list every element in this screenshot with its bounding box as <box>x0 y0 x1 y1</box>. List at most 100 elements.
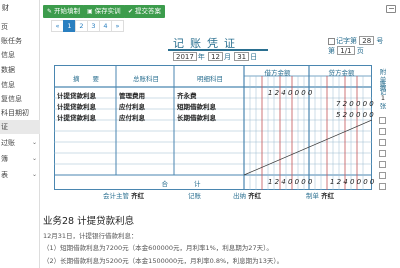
reviewer-value[interactable]: 齐红 <box>248 192 261 200</box>
sidebar-item-ledger[interactable]: 簿 ⌄ <box>0 152 40 166</box>
row2-credit[interactable]: 720000 <box>336 100 376 108</box>
title-underline <box>168 49 268 51</box>
header-summary: 摘 要 <box>73 75 99 83</box>
number-unit: 号 <box>376 37 384 45</box>
save-button[interactable]: ▣ 保存实训 <box>83 5 125 18</box>
sidebar-item-label: 信息 <box>1 81 15 89</box>
cashier-label: 出纳 <box>233 192 246 200</box>
side-mark-ji: 记 <box>379 88 387 96</box>
row3-account[interactable]: 应付利息 <box>119 112 145 122</box>
task-line-3: （2）长期借款利息为5200元（本金1500000元，月利率0.8%，利息期为1… <box>43 257 284 265</box>
month-unit: 月 <box>223 53 231 61</box>
voucher-page-field[interactable]: 1/1 <box>337 46 355 55</box>
sidebar-item-info[interactable]: 信息 <box>0 48 40 62</box>
accountant-value[interactable]: 齐红 <box>131 192 144 200</box>
voucher-grid: 摘 要 总账科目 明细科目 借方金额 贷方金额 计提贷款利息 管理费用 齐永费 … <box>53 64 374 190</box>
row1-account[interactable]: 管理费用 <box>119 90 145 100</box>
side-mark-zhang: 账 <box>379 80 387 88</box>
header-account: 总账科目 <box>133 75 159 83</box>
row1-debit[interactable]: 1240000 <box>268 89 315 97</box>
sidebar-item-data[interactable]: 数据 <box>0 63 40 77</box>
sidebar-item-label: 账任务 <box>1 37 22 45</box>
total-credit: 1240000 <box>330 178 377 186</box>
chevron-down-icon: ⌄ <box>31 155 37 162</box>
month-field[interactable]: 12 <box>208 52 223 61</box>
submit-label: 提交答案 <box>135 7 162 15</box>
day-field[interactable]: 31 <box>234 52 250 61</box>
bookkeeper-label: 记账 <box>188 192 201 200</box>
sidebar-item-label: 表 <box>1 171 8 179</box>
sidebar-item-label: 页 <box>1 23 8 31</box>
submit-button[interactable]: ✔ 提交答案 <box>124 5 166 18</box>
sidebar-item-report[interactable]: 表 ⌄ <box>0 168 40 182</box>
chevron-down-icon: ⌄ <box>31 139 37 146</box>
task-line-2: （1）短期借款利息为7200元（本金600000元，月利率1%，利息期为27天）… <box>43 244 273 252</box>
row2-detail[interactable]: 短期借款利息 <box>177 101 216 111</box>
row1-detail[interactable]: 齐永费 <box>177 90 197 100</box>
day-unit: 日 <box>250 53 258 61</box>
preparer-value[interactable]: 齐红 <box>321 192 334 200</box>
task-title: 业务28 计提贷款利息 <box>43 216 135 227</box>
sidebar: 财 页 账任务 信息 数据 信息 复信息 科目期初 证 过账 ⌄ 簿 ⌄ 表 ⌄ <box>0 0 40 268</box>
chevron-down-icon: ⌄ <box>31 171 37 178</box>
year-field[interactable]: 2017 <box>173 52 197 61</box>
sidebar-item-home[interactable]: 页 <box>0 20 40 34</box>
voucher-number: 记字第 28 号 第 1/1 页 <box>328 36 383 56</box>
row-checkbox[interactable] <box>379 117 386 124</box>
sidebar-item-voucher[interactable]: 证 <box>0 120 40 134</box>
collapse-icon[interactable] <box>386 5 396 13</box>
sidebar-item-label: 簿 <box>1 155 8 163</box>
header-detail: 明细科目 <box>197 75 223 83</box>
sidebar-item-label: 科目期初 <box>1 109 29 117</box>
row-checkbox[interactable] <box>379 161 386 168</box>
voucher-grid-lines <box>53 64 372 190</box>
save-icon: ▣ <box>87 8 93 15</box>
row3-summary[interactable]: 计提贷款利息 <box>57 112 96 122</box>
row3-detail[interactable]: 长期借款利息 <box>177 112 216 122</box>
sidebar-item-label: 信息 <box>1 51 15 59</box>
row-checkbox[interactable] <box>379 183 386 190</box>
voucher-date: 2017 年 12 月 31 日 <box>172 52 257 62</box>
total-debit: 1240000 <box>268 178 315 186</box>
footer-preparer: 制单 齐红 <box>306 190 334 200</box>
sidebar-item-posting[interactable]: 过账 ⌄ <box>0 136 40 150</box>
row-checkbox[interactable] <box>379 139 386 146</box>
sidebar-item-info-2[interactable]: 信息 <box>0 78 40 92</box>
row2-summary[interactable]: 计提贷款利息 <box>57 101 96 111</box>
edit-icon: ✎ <box>47 8 53 15</box>
save-label: 保存实训 <box>94 7 121 15</box>
year-unit: 年 <box>197 53 205 61</box>
voucher-type-checkbox[interactable] <box>328 37 335 45</box>
sidebar-item-label: 数据 <box>1 66 15 74</box>
accounting-voucher: 记账凭证 2017 年 12 月 31 日 记字第 28 号 第 1/1 页 摘… <box>48 30 390 200</box>
check-icon: ✔ <box>128 8 134 15</box>
sidebar-item-tasks[interactable]: 账任务 <box>0 34 40 48</box>
attachment-unit: 张 <box>379 102 387 110</box>
sidebar-item-label: 过账 <box>1 139 15 147</box>
header-debit: 借方金额 <box>264 69 291 77</box>
sidebar-item-label: 复信息 <box>1 95 22 103</box>
voucher-type-label: 记 <box>336 37 343 45</box>
header-credit: 贷方金额 <box>328 69 355 77</box>
start-fill-label: 开始填制 <box>54 7 81 15</box>
sidebar-item-review[interactable]: 复信息 <box>0 92 40 106</box>
voucher-number-field[interactable]: 28 <box>359 36 375 45</box>
row3-credit[interactable]: 520000 <box>336 111 376 119</box>
page-prefix: 第 <box>328 47 335 55</box>
sidebar-item-opening[interactable]: 科目期初 <box>0 106 40 120</box>
row-checkbox[interactable] <box>379 150 386 157</box>
footer-reviewer: 出纳 齐红 <box>233 190 261 200</box>
footer-accountant: 会计主管 齐红 <box>103 190 144 200</box>
preparer-label: 制单 <box>306 192 319 200</box>
row2-account[interactable]: 应付利息 <box>119 101 145 111</box>
row-checkbox[interactable] <box>379 128 386 135</box>
page-unit: 页 <box>356 47 364 55</box>
start-fill-button[interactable]: ✎ 开始填制 <box>43 5 85 18</box>
total-label: 合 计 <box>161 180 201 188</box>
task-line-1: 12月31日，计提银行借款利息： <box>43 232 138 240</box>
voucher-word-label: 字第 <box>343 37 357 45</box>
app-window: 财 页 账任务 信息 数据 信息 复信息 科目期初 证 过账 ⌄ 簿 ⌄ 表 ⌄ ✎ 开… <box>0 0 400 268</box>
accountant-label: 会计主管 <box>103 192 129 200</box>
row-checkbox[interactable] <box>379 172 386 179</box>
row1-summary[interactable]: 计提贷款利息 <box>57 90 96 100</box>
